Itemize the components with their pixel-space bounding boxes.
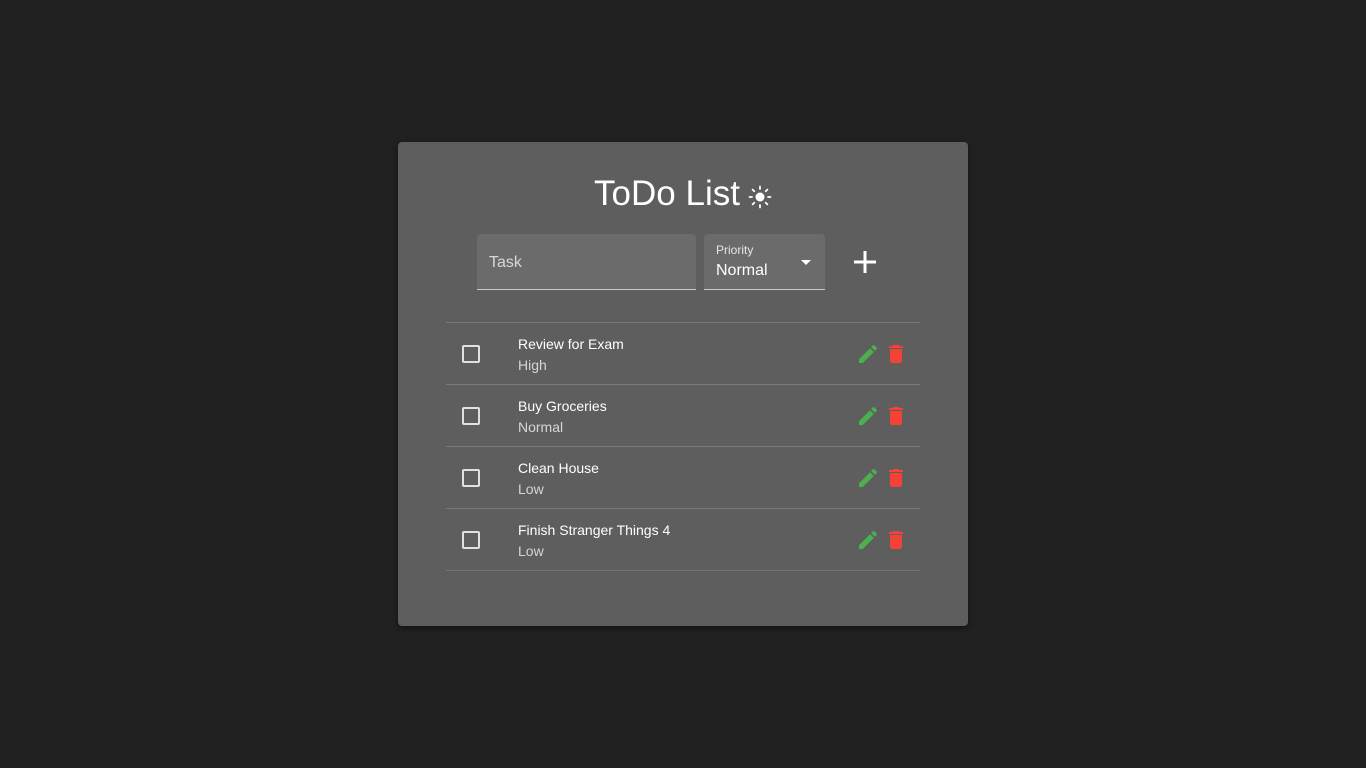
pencil-icon[interactable] bbox=[856, 528, 880, 552]
todo-text: Clean House Low bbox=[518, 459, 599, 498]
checkbox[interactable] bbox=[462, 407, 480, 425]
pencil-icon[interactable] bbox=[856, 342, 880, 366]
checkbox[interactable] bbox=[462, 345, 480, 363]
todo-priority: Normal bbox=[518, 419, 564, 435]
trash-icon[interactable] bbox=[884, 466, 908, 490]
todo-priority: Low bbox=[518, 481, 544, 497]
todo-name: Review for Exam bbox=[518, 336, 624, 352]
todo-item: Buy Groceries Normal bbox=[446, 385, 920, 447]
todo-priority: Low bbox=[518, 543, 544, 559]
priority-value: Normal bbox=[716, 262, 768, 279]
todo-text: Finish Stranger Things 4 Low bbox=[518, 521, 670, 560]
task-field bbox=[477, 234, 696, 290]
todo-item: Review for Exam High bbox=[446, 323, 920, 385]
checkbox[interactable] bbox=[462, 531, 480, 549]
todo-list: Review for Exam High Buy Groceries Norma… bbox=[446, 322, 920, 571]
todo-name: Buy Groceries bbox=[518, 398, 607, 414]
pencil-icon[interactable] bbox=[856, 404, 880, 428]
trash-icon[interactable] bbox=[884, 342, 908, 366]
pencil-icon[interactable] bbox=[856, 466, 880, 490]
todo-card: ToDo List Priority N bbox=[398, 142, 968, 626]
plus-icon bbox=[854, 251, 876, 273]
priority-select[interactable]: Priority Normal bbox=[704, 234, 825, 290]
sun-icon[interactable] bbox=[748, 185, 772, 209]
page-title: ToDo List bbox=[594, 174, 740, 213]
trash-icon[interactable] bbox=[884, 528, 908, 552]
todo-name: Finish Stranger Things 4 bbox=[518, 522, 671, 538]
add-task-button[interactable] bbox=[845, 242, 885, 282]
add-task-form: Priority Normal bbox=[477, 234, 885, 290]
todo-item: Clean House Low bbox=[446, 447, 920, 509]
priority-label: Priority bbox=[716, 243, 754, 257]
todo-item: Finish Stranger Things 4 Low bbox=[446, 509, 920, 571]
checkbox[interactable] bbox=[462, 469, 480, 487]
todo-priority: High bbox=[518, 357, 547, 373]
todo-name: Clean House bbox=[518, 460, 599, 476]
trash-icon[interactable] bbox=[884, 404, 908, 428]
todo-text: Review for Exam High bbox=[518, 335, 624, 374]
header: ToDo List bbox=[398, 174, 968, 214]
task-input[interactable] bbox=[477, 234, 696, 289]
todo-text: Buy Groceries Normal bbox=[518, 397, 607, 436]
dropdown-arrow-icon bbox=[801, 260, 811, 265]
